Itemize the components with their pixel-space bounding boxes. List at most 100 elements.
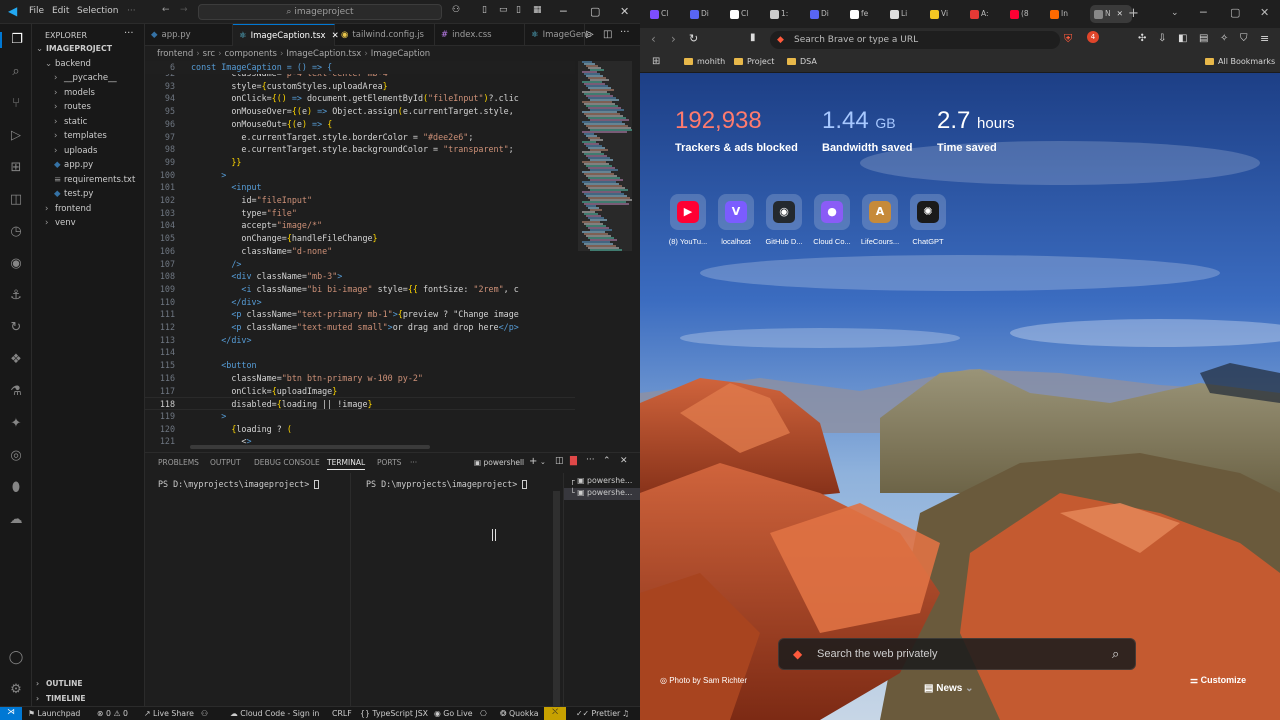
live-share-icon[interactable]: ↻ <box>8 320 24 336</box>
bookmark-folder-project[interactable]: Project <box>734 57 774 66</box>
browser-restore-icon[interactable]: ▢ <box>1230 6 1240 19</box>
terminal-shell-selector[interactable]: ▣ powershell <box>474 458 524 467</box>
browser-tab[interactable]: In <box>1050 5 1072 23</box>
code-line[interactable]: 118 disabled={loading || !image} <box>145 397 575 410</box>
minimap[interactable] <box>578 61 634 251</box>
close-tab-icon[interactable]: ✕ <box>1117 9 1123 18</box>
bookmark-folder-dsa[interactable]: DSA <box>787 57 817 66</box>
outline-section[interactable]: › OUTLINE <box>36 679 83 688</box>
quokka-item[interactable]: ❂ Quokka <box>500 709 539 718</box>
extensions-puzzle-icon[interactable]: ✣ <box>1138 33 1146 44</box>
terminal-dropdown-icon[interactable]: ⌄ <box>540 458 546 466</box>
code-line[interactable]: 104 accept="image/*" <box>145 219 575 232</box>
testing-icon[interactable]: ⚗ <box>8 384 24 400</box>
command-center-search[interactable]: ⌕ imageproject <box>198 4 442 20</box>
mongodb-icon[interactable]: ⬮ <box>8 480 24 496</box>
browser-close-icon[interactable]: ✕ <box>1260 6 1269 19</box>
terminal-pane-right[interactable]: PS D:\myprojects\imageproject> <box>366 479 528 489</box>
address-bar[interactable]: ◆ Search Brave or type a URL <box>770 31 1060 49</box>
tree-item[interactable]: › routes <box>54 102 91 112</box>
news-button[interactable]: ▤ News ⌄ <box>924 683 974 694</box>
new-tab-icon[interactable]: + <box>1128 6 1139 21</box>
code-line[interactable]: 94 onClick={() => document.getElementByI… <box>145 92 575 105</box>
menu-edit[interactable]: Edit <box>52 6 69 16</box>
code-line[interactable]: 114 <box>145 346 575 359</box>
eol-item[interactable]: CRLF <box>332 709 352 718</box>
code-line[interactable]: 116 className="btn btn-primary w-100 py-… <box>145 372 575 385</box>
code-line[interactable]: 101 <input <box>145 181 575 194</box>
timeline-section[interactable]: › TIMELINE <box>36 694 85 703</box>
browser-tab[interactable]: 1: <box>770 5 792 23</box>
top-site-tile[interactable]: ▶ <box>670 194 706 230</box>
tree-item[interactable]: › models <box>54 88 95 98</box>
python-icon[interactable]: ❖ <box>8 352 24 368</box>
code-line[interactable]: 109 <i className="bi bi-image" style={{ … <box>145 283 575 296</box>
tree-item[interactable]: › __pycache__ <box>54 73 117 83</box>
browser-tab[interactable]: Di <box>810 5 832 23</box>
terminal-area[interactable]: PS D:\myprojects\imageproject> PS D:\myp… <box>145 473 640 706</box>
layout-panel-icon[interactable]: ▭ <box>499 5 508 15</box>
editor-tab[interactable]: # index.css <box>435 24 525 46</box>
downloads-icon[interactable]: ⇩ <box>1158 33 1166 44</box>
timeline-icon[interactable]: ◷ <box>8 224 24 240</box>
minimap-slider[interactable] <box>578 61 632 251</box>
code-line[interactable]: 107 /> <box>145 258 575 271</box>
tree-item[interactable]: ⌄ backend <box>45 59 91 69</box>
horizontal-scrollbar[interactable] <box>190 445 430 449</box>
code-line[interactable]: 105 onChange={handleFileChange} <box>145 232 575 245</box>
close-panel-icon[interactable]: ✕ <box>620 456 628 466</box>
panel-more-icon[interactable]: ··· <box>586 455 595 465</box>
breadcrumb-item[interactable]: ImageCaption <box>371 49 430 59</box>
browser-tab[interactable]: Cl <box>650 5 672 23</box>
tree-item[interactable]: › venv <box>45 218 76 228</box>
tree-item[interactable]: › uploads <box>54 146 97 156</box>
explorer-more-icon[interactable]: ··· <box>124 28 134 39</box>
tree-item[interactable]: › templates <box>54 131 107 141</box>
minimize-icon[interactable]: ─ <box>560 5 567 18</box>
browser-minimize-icon[interactable]: ─ <box>1200 6 1207 19</box>
browser-tab[interactable]: (8 <box>1010 5 1032 23</box>
editor-tab[interactable]: ⚛ ImageGene <box>525 24 592 46</box>
code-line[interactable]: 97 e.currentTarget.style.borderColor = "… <box>145 131 575 144</box>
gitlens-icon[interactable]: ◎ <box>8 448 24 464</box>
close-window-icon[interactable]: ✕ <box>620 5 629 18</box>
nav-back-icon[interactable]: ← <box>162 5 170 15</box>
breadcrumb-item[interactable]: ImageCaption.tsx <box>286 49 361 59</box>
leo-ai-icon[interactable]: ✧ <box>1220 33 1228 44</box>
layout-sidebar-icon[interactable]: ▯ <box>482 5 487 15</box>
run-icon[interactable]: ▷ <box>586 29 594 40</box>
remote-indicator-icon[interactable]: ⋊ <box>0 707 22 720</box>
copilot-status-icon[interactable]: ⚇ <box>201 709 208 718</box>
bookmark-icon[interactable]: ▮ <box>750 32 756 43</box>
prettier-item[interactable]: ✓✓ Prettier <box>576 709 620 718</box>
go-live-item[interactable]: ◉ Go Live <box>434 709 473 718</box>
menu-more[interactable]: ··· <box>127 6 136 16</box>
top-site-tile[interactable]: V <box>718 194 754 230</box>
terminal-list-item[interactable]: └ ▣ powershe... <box>564 488 640 500</box>
code-line[interactable]: 100 > <box>145 169 575 182</box>
browser-tab[interactable]: Cl <box>730 5 752 23</box>
customize-button[interactable]: ⚌ Customize <box>1190 675 1246 686</box>
customize-layout-icon[interactable]: ▦ <box>533 5 542 15</box>
all-bookmarks-folder[interactable]: All Bookmarks <box>1205 57 1275 66</box>
browser-tab[interactable]: Di <box>690 5 712 23</box>
code-line[interactable]: 112 <p className="text-muted small">or d… <box>145 321 575 334</box>
explorer-icon[interactable]: ❐ <box>0 32 32 48</box>
tree-item[interactable]: › frontend <box>45 204 91 214</box>
ntp-search-box[interactable]: ◆ Search the web privately ⌕ <box>778 638 1136 670</box>
editor-tab[interactable]: ⚛ ImageCaption.tsx ✕ <box>233 24 339 46</box>
search-icon[interactable]: ⌕ <box>8 64 24 80</box>
tree-item[interactable]: ≡ requirements.txt <box>54 175 135 185</box>
account-icon[interactable]: ◯ <box>8 650 24 666</box>
code-line[interactable]: 111 <p className="text-primary mb-1">{pr… <box>145 308 575 321</box>
bookmark-folder-mohith[interactable]: mohith <box>684 57 725 66</box>
new-terminal-icon[interactable]: + <box>529 456 537 467</box>
terminal-list-item[interactable]: ┌ ▣ powershe... <box>570 476 632 485</box>
browser-tab[interactable]: A: <box>970 5 992 23</box>
code-line[interactable]: 96 onMouseOut={(e) => { <box>145 118 575 131</box>
extensions-icon[interactable]: ⊞ <box>8 160 24 176</box>
code-line[interactable]: 108 <div className="mb-3"> <box>145 270 575 283</box>
notifications-icon[interactable]: ♫ <box>622 709 629 718</box>
code-line[interactable]: 119 > <box>145 410 575 423</box>
brave-shields-icon[interactable]: ⛨ <box>1064 32 1072 46</box>
